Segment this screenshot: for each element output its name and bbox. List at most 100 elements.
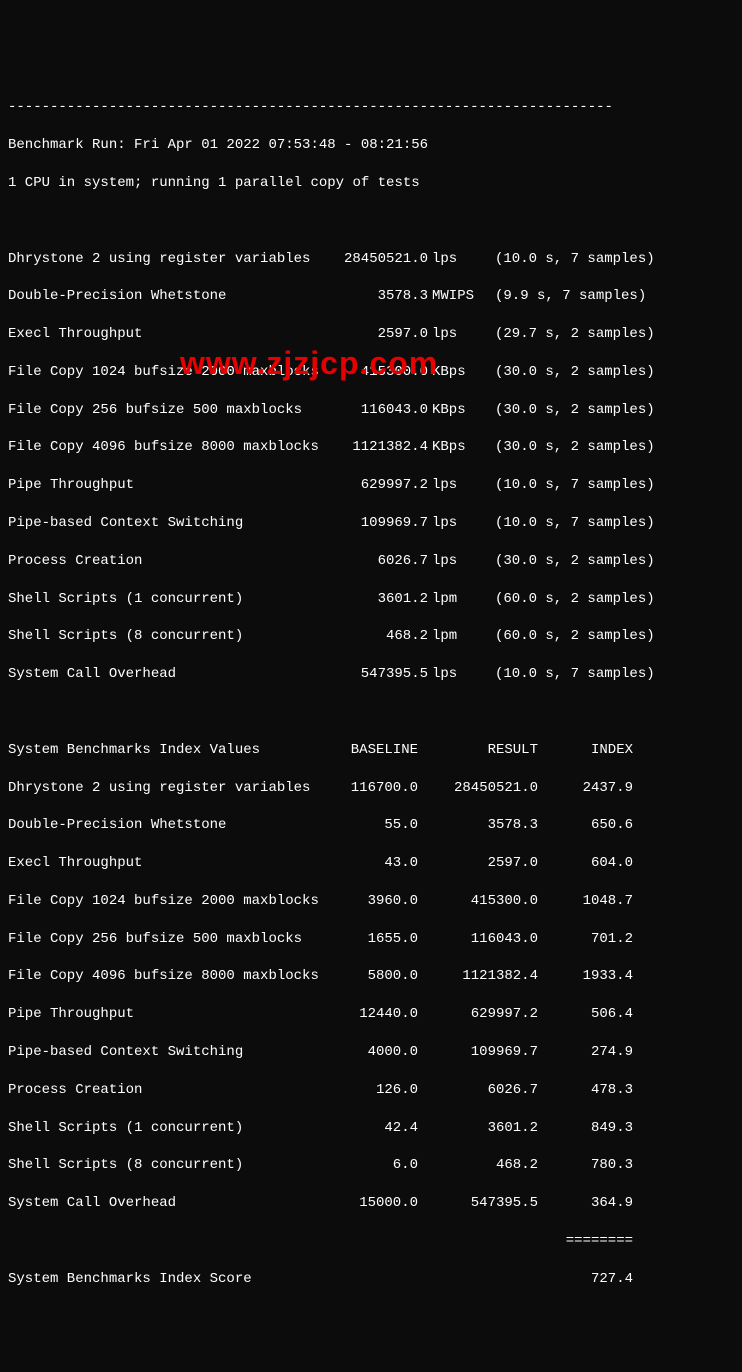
index-result: 629997.2	[418, 1005, 538, 1024]
index-result: 468.2	[418, 1156, 538, 1175]
result-unit: lps	[428, 250, 487, 269]
index-name: File Copy 256 bufsize 500 maxblocks	[8, 930, 328, 949]
index-baseline: 116700.0	[328, 779, 418, 798]
index-result: 116043.0	[418, 930, 538, 949]
result-unit: lpm	[428, 627, 487, 646]
index-name: File Copy 4096 bufsize 8000 maxblocks	[8, 967, 328, 986]
result-extra: (10.0 s, 7 samples)	[487, 476, 734, 495]
result-value: 1121382.4	[328, 438, 428, 457]
result-value: 116043.0	[328, 401, 428, 420]
index-col-result: RESULT	[418, 741, 538, 760]
index-row: Pipe-based Context Switching4000.0109969…	[8, 1043, 734, 1062]
result-unit: KBps	[428, 401, 487, 420]
result-extra: (29.7 s, 2 samples)	[487, 325, 734, 344]
result-name: File Copy 1024 bufsize 2000 maxblocks	[8, 363, 328, 382]
result-name: Process Creation	[8, 552, 328, 571]
index-baseline: 43.0	[328, 854, 418, 873]
index-col-baseline: BASELINE	[328, 741, 418, 760]
index-result: 2597.0	[418, 854, 538, 873]
index-index: 364.9	[538, 1194, 633, 1213]
index-header-row: System Benchmarks Index ValuesBASELINERE…	[8, 741, 734, 760]
result-unit: KBps	[428, 363, 487, 382]
result-value: 3578.3	[328, 287, 428, 306]
result-extra: (60.0 s, 2 samples)	[487, 627, 734, 646]
result-row: Process Creation6026.7lps(30.0 s, 2 samp…	[8, 552, 734, 571]
score-label: System Benchmarks Index Score	[8, 1270, 538, 1289]
score-value: 727.4	[538, 1270, 633, 1289]
index-baseline: 15000.0	[328, 1194, 418, 1213]
index-name: Process Creation	[8, 1081, 328, 1100]
blank-line	[8, 1345, 734, 1364]
result-name: File Copy 256 bufsize 500 maxblocks	[8, 401, 328, 420]
result-extra: (10.0 s, 7 samples)	[487, 250, 734, 269]
index-result: 109969.7	[418, 1043, 538, 1062]
index-baseline: 42.4	[328, 1119, 418, 1138]
result-extra: (10.0 s, 7 samples)	[487, 514, 734, 533]
index-row: File Copy 4096 bufsize 8000 maxblocks580…	[8, 967, 734, 986]
result-name: Shell Scripts (8 concurrent)	[8, 627, 328, 646]
result-row: Execl Throughput2597.0lps(29.7 s, 2 samp…	[8, 325, 734, 344]
index-index: 1933.4	[538, 967, 633, 986]
index-baseline: 126.0	[328, 1081, 418, 1100]
blank-line	[8, 703, 734, 722]
index-title: System Benchmarks Index Values	[8, 741, 328, 760]
index-baseline: 1655.0	[328, 930, 418, 949]
result-name: System Call Overhead	[8, 665, 328, 684]
index-row: File Copy 256 bufsize 500 maxblocks1655.…	[8, 930, 734, 949]
blank-line	[8, 1307, 734, 1326]
index-result: 1121382.4	[418, 967, 538, 986]
result-value: 2597.0	[328, 325, 428, 344]
index-result: 3578.3	[418, 816, 538, 835]
index-col-index: INDEX	[538, 741, 633, 760]
result-row: File Copy 4096 bufsize 8000 maxblocks112…	[8, 438, 734, 457]
index-row: Process Creation126.06026.7478.3	[8, 1081, 734, 1100]
index-result: 3601.2	[418, 1119, 538, 1138]
result-value: 3601.2	[328, 590, 428, 609]
result-unit: lps	[428, 476, 487, 495]
result-row: File Copy 256 bufsize 500 maxblocks11604…	[8, 401, 734, 420]
index-row: File Copy 1024 bufsize 2000 maxblocks396…	[8, 892, 734, 911]
result-row: Shell Scripts (8 concurrent)468.2lpm(60.…	[8, 627, 734, 646]
index-name: Pipe Throughput	[8, 1005, 328, 1024]
result-extra: (30.0 s, 2 samples)	[487, 438, 734, 457]
index-row: System Call Overhead15000.0547395.5364.9	[8, 1194, 734, 1213]
index-row: Double-Precision Whetstone55.03578.3650.…	[8, 816, 734, 835]
result-unit: lps	[428, 665, 487, 684]
result-name: Double-Precision Whetstone	[8, 287, 328, 306]
index-index: 849.3	[538, 1119, 633, 1138]
result-value: 415300.0	[328, 363, 428, 382]
index-baseline: 12440.0	[328, 1005, 418, 1024]
index-name: Dhrystone 2 using register variables	[8, 779, 328, 798]
result-value: 547395.5	[328, 665, 428, 684]
index-row: Shell Scripts (8 concurrent)6.0468.2780.…	[8, 1156, 734, 1175]
index-name: Execl Throughput	[8, 854, 328, 873]
result-name: File Copy 4096 bufsize 8000 maxblocks	[8, 438, 328, 457]
result-unit: lps	[428, 552, 487, 571]
result-value: 28450521.0	[328, 250, 428, 269]
result-unit: lpm	[428, 590, 487, 609]
index-name: File Copy 1024 bufsize 2000 maxblocks	[8, 892, 328, 911]
result-extra: (30.0 s, 2 samples)	[487, 363, 734, 382]
result-row: Shell Scripts (1 concurrent)3601.2lpm(60…	[8, 590, 734, 609]
index-baseline: 55.0	[328, 816, 418, 835]
result-row: Pipe-based Context Switching109969.7lps(…	[8, 514, 734, 533]
index-row: Pipe Throughput12440.0629997.2506.4	[8, 1005, 734, 1024]
result-unit: MWIPS	[428, 287, 487, 306]
index-name: System Call Overhead	[8, 1194, 328, 1213]
index-name: Shell Scripts (1 concurrent)	[8, 1119, 328, 1138]
result-extra: (30.0 s, 2 samples)	[487, 552, 734, 571]
index-name: Double-Precision Whetstone	[8, 816, 328, 835]
separator-line: ========	[8, 1232, 633, 1251]
result-unit: lps	[428, 514, 487, 533]
index-name: Shell Scripts (8 concurrent)	[8, 1156, 328, 1175]
score-row: System Benchmarks Index Score727.4	[8, 1270, 734, 1289]
index-index: 274.9	[538, 1043, 633, 1062]
result-extra: (60.0 s, 2 samples)	[487, 590, 734, 609]
index-index: 604.0	[538, 854, 633, 873]
run-info-line1: Benchmark Run: Fri Apr 01 2022 07:53:48 …	[8, 136, 734, 155]
index-index: 506.4	[538, 1005, 633, 1024]
result-unit: KBps	[428, 438, 487, 457]
result-name: Execl Throughput	[8, 325, 328, 344]
index-result: 415300.0	[418, 892, 538, 911]
index-index: 478.3	[538, 1081, 633, 1100]
